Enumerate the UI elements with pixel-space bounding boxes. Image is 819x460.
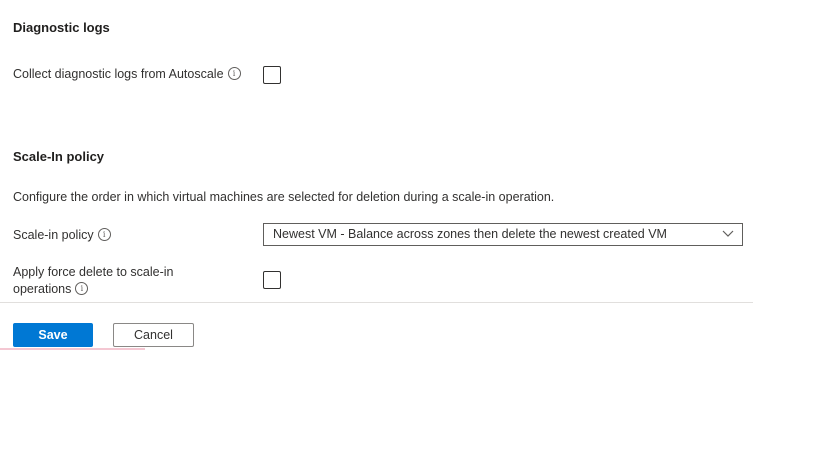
- scale-in-description: Configure the order in which virtual mac…: [13, 190, 555, 204]
- scale-in-policy-label: Scale-in policy i: [13, 227, 111, 244]
- diagnostic-logs-heading: Diagnostic logs: [13, 20, 110, 35]
- scale-in-policy-text: Scale-in policy: [13, 228, 94, 242]
- scale-settings-page: Diagnostic logs Collect diagnostic logs …: [0, 0, 819, 460]
- force-delete-label-line2-text: operations: [13, 282, 72, 296]
- chevron-down-icon: [722, 230, 734, 237]
- save-button[interactable]: Save: [13, 323, 93, 347]
- focus-indicator: [0, 348, 145, 350]
- collect-diagnostic-logs-text: Collect diagnostic logs from Autoscale: [13, 67, 224, 81]
- force-delete-label-line1: Apply force delete to scale-in: [13, 265, 174, 279]
- force-delete-label: Apply force delete to scale-in operation…: [13, 264, 174, 298]
- collect-diagnostic-logs-label: Collect diagnostic logs from Autoscale i: [13, 66, 241, 83]
- collect-diagnostic-logs-checkbox[interactable]: [263, 66, 281, 84]
- info-icon[interactable]: i: [227, 67, 241, 81]
- info-icon[interactable]: i: [97, 228, 111, 242]
- cancel-button[interactable]: Cancel: [113, 323, 194, 347]
- footer-divider: [0, 302, 753, 303]
- force-delete-label-line2: operations i: [13, 281, 174, 298]
- info-icon[interactable]: i: [75, 282, 89, 296]
- scale-in-policy-selected-value: Newest VM - Balance across zones then de…: [273, 227, 667, 241]
- force-delete-checkbox[interactable]: [263, 271, 281, 289]
- scale-in-policy-heading: Scale-In policy: [13, 149, 105, 164]
- scale-in-policy-dropdown[interactable]: Newest VM - Balance across zones then de…: [263, 223, 743, 246]
